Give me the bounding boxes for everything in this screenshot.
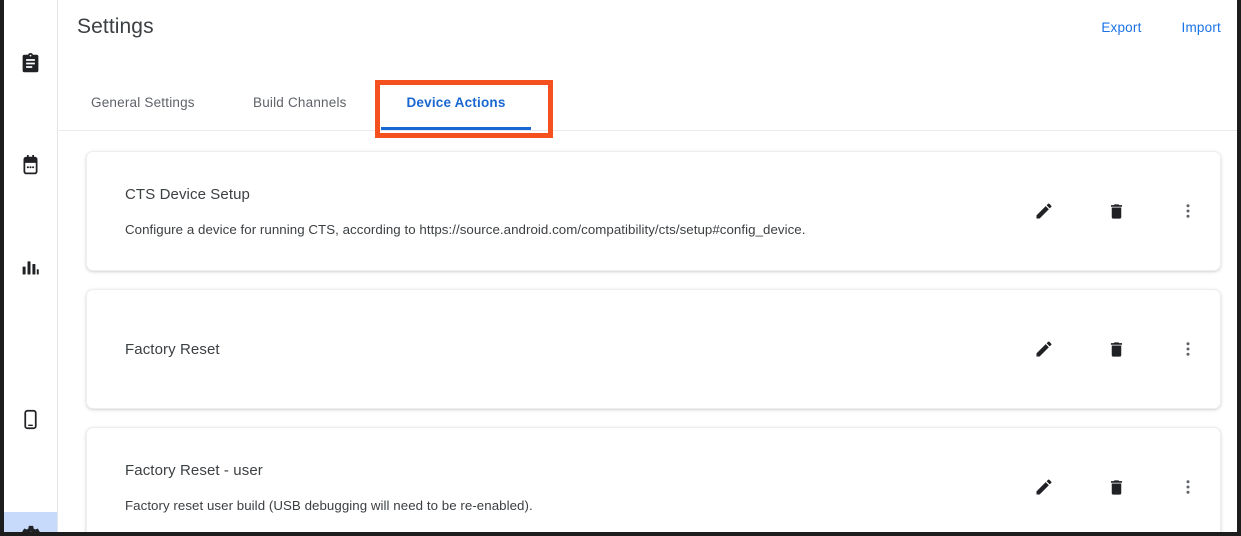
more-options-button[interactable] (1176, 475, 1200, 499)
main-panel: Settings Export Import General Settings … (59, 0, 1237, 532)
calendar-icon (20, 154, 41, 176)
import-button[interactable]: Import (1178, 18, 1225, 37)
export-button[interactable]: Export (1097, 18, 1145, 37)
device-action-row-actions (1032, 290, 1200, 408)
app-window: Settings Export Import General Settings … (0, 0, 1241, 536)
tab-device-actions-label: Device Actions (406, 94, 506, 110)
device-action-row-actions (1032, 428, 1200, 532)
sidebar-item-settings[interactable] (4, 512, 57, 532)
sidebar-item-analytics[interactable] (4, 244, 57, 290)
bar-chart-icon (20, 257, 41, 278)
device-action-card[interactable]: Factory Reset - user Factory reset user … (86, 427, 1221, 532)
device-action-card[interactable]: CTS Device Setup Configure a device for … (86, 151, 1221, 271)
edit-button[interactable] (1032, 337, 1056, 361)
tab-build-channels-label: Build Channels (253, 94, 347, 110)
edit-pencil-icon (1034, 201, 1054, 221)
more-vert-icon (1179, 340, 1197, 358)
edit-button[interactable] (1032, 475, 1056, 499)
sidebar-item-calendar[interactable] (4, 142, 57, 188)
edit-pencil-icon (1034, 477, 1054, 497)
delete-button[interactable] (1104, 337, 1128, 361)
delete-button[interactable] (1104, 199, 1128, 223)
more-vert-icon (1179, 478, 1197, 496)
page-header: Settings Export Import (59, 0, 1237, 74)
sidebar-item-devices[interactable] (4, 396, 57, 442)
tab-device-actions[interactable]: Device Actions (381, 74, 531, 130)
smartphone-icon (20, 409, 41, 430)
more-options-button[interactable] (1176, 337, 1200, 361)
device-actions-list: CTS Device Setup Configure a device for … (59, 131, 1237, 532)
edit-pencil-icon (1034, 339, 1054, 359)
delete-trash-icon (1107, 202, 1126, 221)
tab-general-settings-label: General Settings (91, 94, 195, 110)
edit-button[interactable] (1032, 199, 1056, 223)
active-tab-indicator (381, 127, 531, 130)
device-action-row-actions (1032, 152, 1200, 270)
device-action-card[interactable]: Factory Reset (86, 289, 1221, 409)
tab-build-channels[interactable]: Build Channels (253, 74, 347, 130)
delete-trash-icon (1107, 340, 1126, 359)
header-actions: Export Import (1097, 18, 1225, 37)
delete-trash-icon (1107, 478, 1126, 497)
delete-button[interactable] (1104, 475, 1128, 499)
page-title: Settings (77, 15, 154, 38)
sidebar-nav-rail (4, 0, 58, 532)
more-options-button[interactable] (1176, 199, 1200, 223)
tab-general-settings[interactable]: General Settings (91, 74, 195, 130)
more-vert-icon (1179, 202, 1197, 220)
clipboard-icon (20, 52, 41, 74)
tab-bar: General Settings Build Channels Device A… (59, 74, 1237, 138)
sidebar-item-clipboard[interactable] (4, 40, 57, 86)
gear-icon (20, 524, 42, 532)
